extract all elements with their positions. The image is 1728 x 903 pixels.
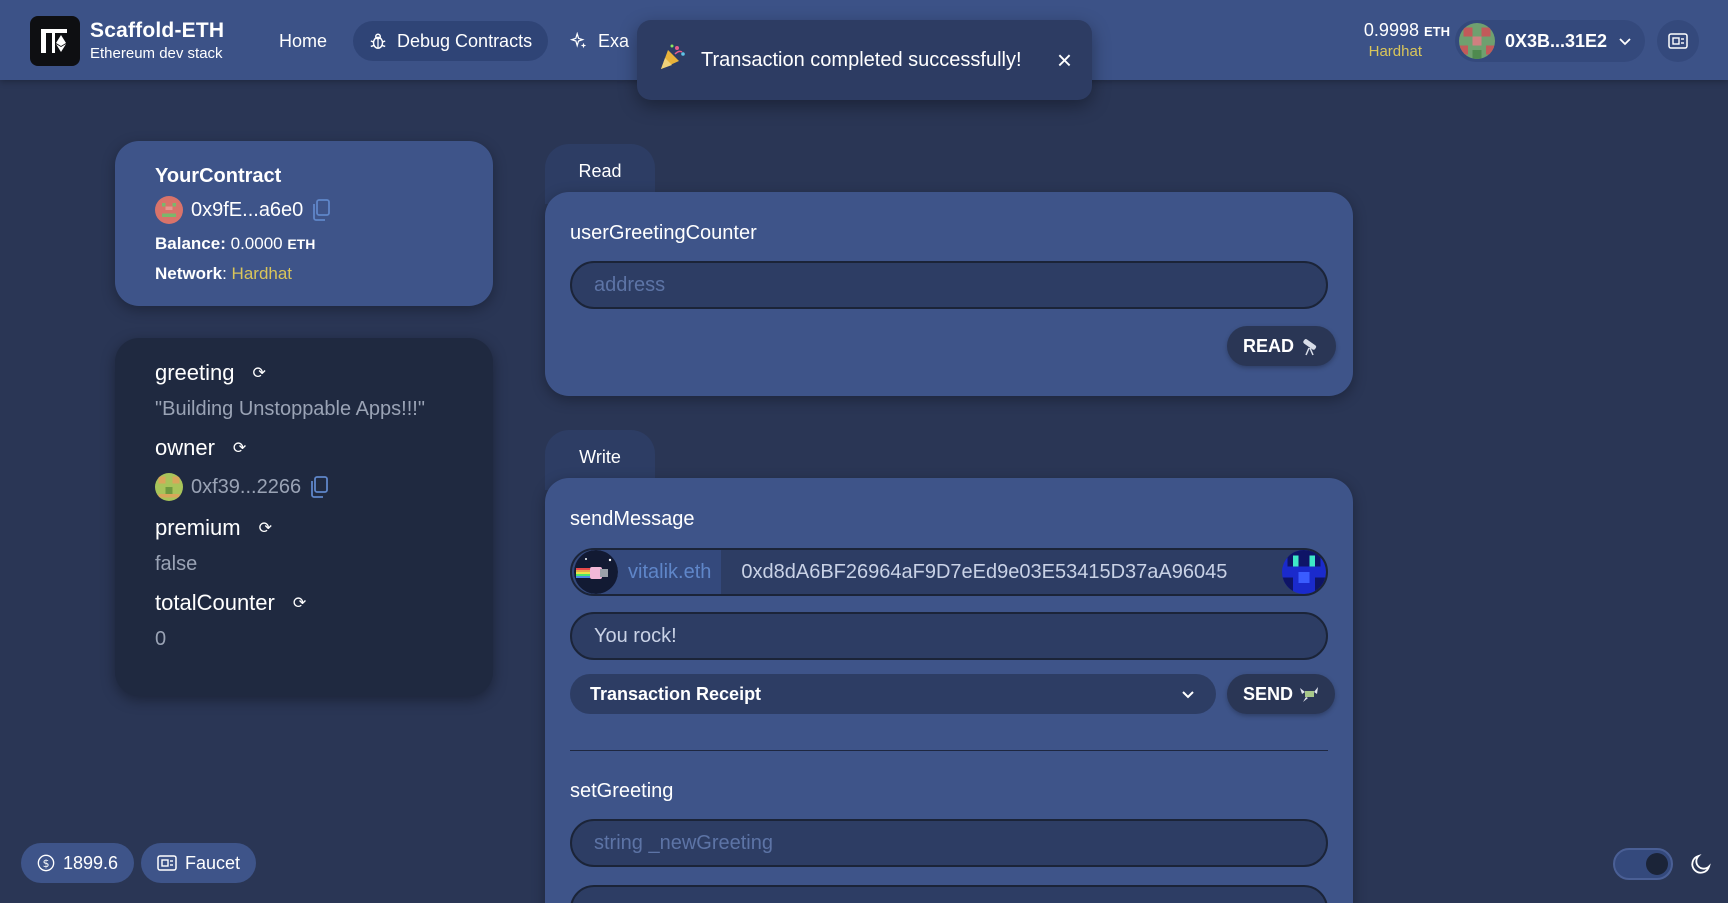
account-avatar: [1459, 23, 1495, 59]
new-greeting-placeholder: string _newGreeting: [594, 831, 773, 854]
brand-title: Scaffold-ETH: [90, 19, 225, 42]
variable-value: "Building Unstoppable Apps!!!": [155, 398, 425, 420]
wallet-balance: 0.9998 ETH: [1330, 20, 1450, 41]
party-popper-icon: [657, 42, 687, 78]
message-input-value: You rock!: [594, 624, 677, 647]
write-function-name-2: setGreeting: [570, 780, 674, 802]
contract-address-row: 0x9fE...a6e0: [155, 196, 453, 224]
chevron-down-icon: [1619, 38, 1631, 46]
variable-value: 0: [155, 628, 167, 650]
send-button[interactable]: SEND: [1227, 674, 1336, 714]
write-panel: sendMessage vitalik.eth 0xd8dA6BF26964aF…: [545, 478, 1353, 903]
contract-network-row: Network: Hardhat: [155, 264, 453, 284]
address-input[interactable]: address: [570, 261, 1328, 309]
nav-debug-label: Debug Contracts: [397, 30, 533, 51]
eth-price-value: 1899.6: [63, 852, 119, 873]
chevron-down-icon: [1182, 691, 1194, 699]
ens-avatar: [574, 550, 618, 594]
contract-avatar: [155, 196, 183, 224]
variable-greeting: greeting ⟳ "Building Unstoppable Apps!!!…: [155, 360, 453, 421]
theme-toggle[interactable]: [1613, 848, 1673, 880]
resolved-address: 0xd8dA6BF26964aF9D7eEd9e03E53415D37aA960…: [741, 560, 1228, 583]
variable-value: false: [155, 553, 198, 575]
variable-premium: premium ⟳ false: [155, 515, 453, 576]
balance-unit: ETH: [287, 236, 316, 252]
read-button-label: READ: [1243, 335, 1295, 356]
qr-code-button[interactable]: [1657, 20, 1699, 62]
send-button-label: SEND: [1243, 683, 1294, 704]
variable-name: premium: [155, 515, 241, 540]
write-function-name: sendMessage: [570, 508, 695, 530]
nav-example-label: Exa: [598, 30, 630, 51]
wallet-network: Hardhat: [1368, 43, 1422, 60]
contract-address[interactable]: 0x9fE...a6e0: [191, 199, 303, 222]
success-toast: Transaction completed successfully! ×: [637, 20, 1092, 100]
contract-name: YourContract: [155, 165, 282, 187]
transaction-receipt-label: Transaction Receipt: [590, 683, 762, 704]
next-input[interactable]: [570, 885, 1328, 903]
bug-icon: [370, 33, 386, 49]
function-divider: [570, 750, 1328, 751]
contract-info-card: YourContract 0x9fE...a6e0 Balance: 0.000…: [115, 141, 493, 306]
recipient-address-input[interactable]: vitalik.eth 0xd8dA6BF26964aF9D7eEd9e03E5…: [570, 548, 1328, 596]
ens-chip: vitalik.eth: [572, 550, 722, 594]
read-button[interactable]: READ: [1227, 326, 1337, 366]
moon-icon: [1683, 846, 1719, 882]
address-blockie: [1282, 550, 1326, 594]
message-input[interactable]: You rock!: [570, 612, 1328, 660]
read-function-name: userGreetingCounter: [570, 222, 757, 244]
wallet-balance-amount: 0.9998: [1363, 20, 1419, 40]
network-colon: :: [222, 264, 227, 283]
variable-total-counter: totalCounter ⟳ 0: [155, 590, 453, 651]
dollar-icon: $: [37, 854, 55, 872]
variable-name: totalCounter: [155, 590, 275, 615]
refresh-icon[interactable]: ⟳: [293, 593, 306, 613]
theme-toggle-knob: [1646, 853, 1668, 875]
qr-code-icon: [1668, 33, 1688, 49]
scaffold-logo-icon: [41, 29, 67, 53]
new-greeting-input[interactable]: string _newGreeting: [570, 819, 1328, 867]
wallet-balance-unit: ETH: [1424, 24, 1450, 39]
brand-subtitle: Ethereum dev stack: [90, 45, 223, 62]
variable-owner: owner ⟳ 0xf39...2266: [155, 435, 453, 501]
nav-home[interactable]: Home: [263, 24, 343, 58]
balance-label: Balance:: [155, 234, 226, 253]
nav-example[interactable]: Exa: [570, 24, 629, 58]
network-label: Network: [155, 264, 223, 283]
copy-icon[interactable]: [311, 199, 331, 221]
network-value: Hardhat: [231, 264, 293, 283]
close-icon[interactable]: ×: [1057, 47, 1072, 73]
svg-text:$: $: [43, 857, 50, 870]
contract-variables-card: greeting ⟳ "Building Unstoppable Apps!!!…: [115, 338, 493, 696]
variable-value-owner: 0xf39...2266: [155, 473, 453, 501]
ens-name: vitalik.eth: [628, 560, 712, 583]
contract-balance-row: Balance: 0.0000 ETH: [155, 234, 453, 254]
account-dropdown[interactable]: 0X3B...31E2: [1455, 20, 1646, 62]
faucet-label: Faucet: [185, 852, 241, 873]
address-input-placeholder: address: [594, 273, 666, 296]
read-panel: userGreetingCounter address READ: [545, 192, 1353, 396]
account-address: 0X3B...31E2: [1505, 30, 1608, 51]
transaction-receipt-dropdown[interactable]: Transaction Receipt: [570, 674, 1216, 714]
eth-price-pill: $ 1899.6: [21, 843, 135, 883]
refresh-icon[interactable]: ⟳: [233, 438, 246, 458]
refresh-icon[interactable]: ⟳: [253, 363, 266, 383]
banknote-icon: [157, 855, 177, 871]
balance-value: 0.0000: [230, 234, 283, 253]
telescope-icon: [1303, 339, 1317, 356]
faucet-button[interactable]: Faucet: [141, 843, 257, 883]
money-wings-icon: [1300, 687, 1319, 702]
copy-icon[interactable]: [309, 476, 329, 498]
variable-name: owner: [155, 435, 215, 460]
owner-avatar: [155, 473, 183, 501]
sparkles-icon: [570, 32, 587, 49]
refresh-icon[interactable]: ⟳: [259, 518, 272, 538]
scaffold-logo[interactable]: [30, 16, 80, 66]
owner-address[interactable]: 0xf39...2266: [191, 476, 301, 499]
toast-message: Transaction completed successfully!: [701, 48, 1022, 71]
variable-name: greeting: [155, 360, 235, 385]
nav-debug-contracts[interactable]: Debug Contracts: [353, 21, 549, 61]
